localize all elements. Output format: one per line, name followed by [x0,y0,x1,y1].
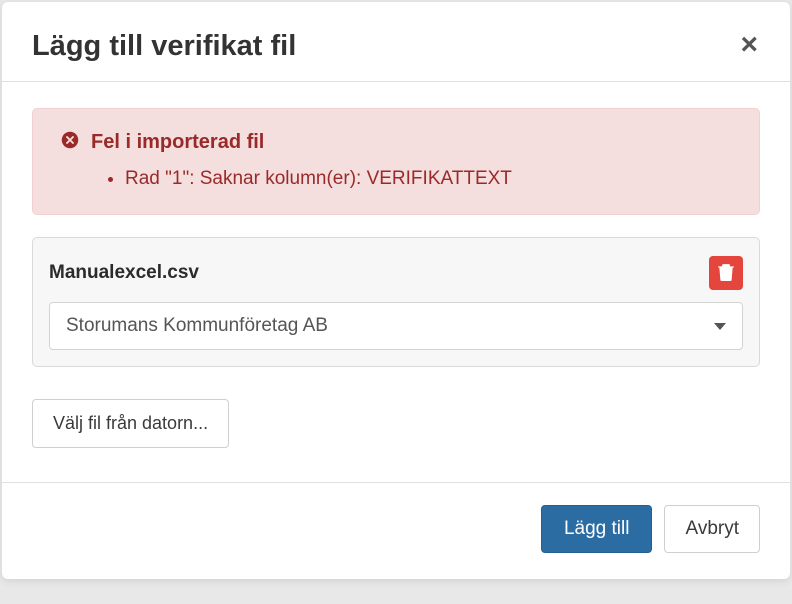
submit-button[interactable]: Lägg till [541,505,653,553]
trash-icon [718,263,734,284]
modal-dialog: Lägg till verifikat fil × Fel i importer… [2,2,790,579]
error-circle-icon [61,131,79,154]
file-row: Manualexcel.csv [49,256,743,290]
file-name: Manualexcel.csv [49,262,199,284]
alert-error-list: Rad "1": Saknar kolumn(er): VERIFIKATTEX… [125,168,731,190]
close-button[interactable]: × [738,30,760,60]
choose-file-button[interactable]: Välj fil från datorn... [32,399,229,448]
company-dropdown[interactable]: Storumans Kommunföretag AB [49,302,743,350]
dropdown-selected-label: Storumans Kommunföretag AB [66,315,328,337]
alert-header: Fel i importerad fil [61,131,731,154]
chevron-down-icon [714,323,726,330]
modal-title: Lägg till verifikat fil [32,30,296,63]
modal-body: Fel i importerad fil Rad "1": Saknar kol… [2,82,790,458]
modal-footer: Lägg till Avbryt [2,482,790,579]
cancel-button[interactable]: Avbryt [664,505,760,553]
alert-title: Fel i importerad fil [91,131,264,154]
alert-error-item: Rad "1": Saknar kolumn(er): VERIFIKATTEX… [125,168,731,190]
file-block: Manualexcel.csv Storumans Kommunföretag … [32,237,760,367]
modal-header: Lägg till verifikat fil × [2,2,790,82]
delete-file-button[interactable] [709,256,743,290]
error-alert: Fel i importerad fil Rad "1": Saknar kol… [32,108,760,215]
close-icon: × [740,28,758,61]
